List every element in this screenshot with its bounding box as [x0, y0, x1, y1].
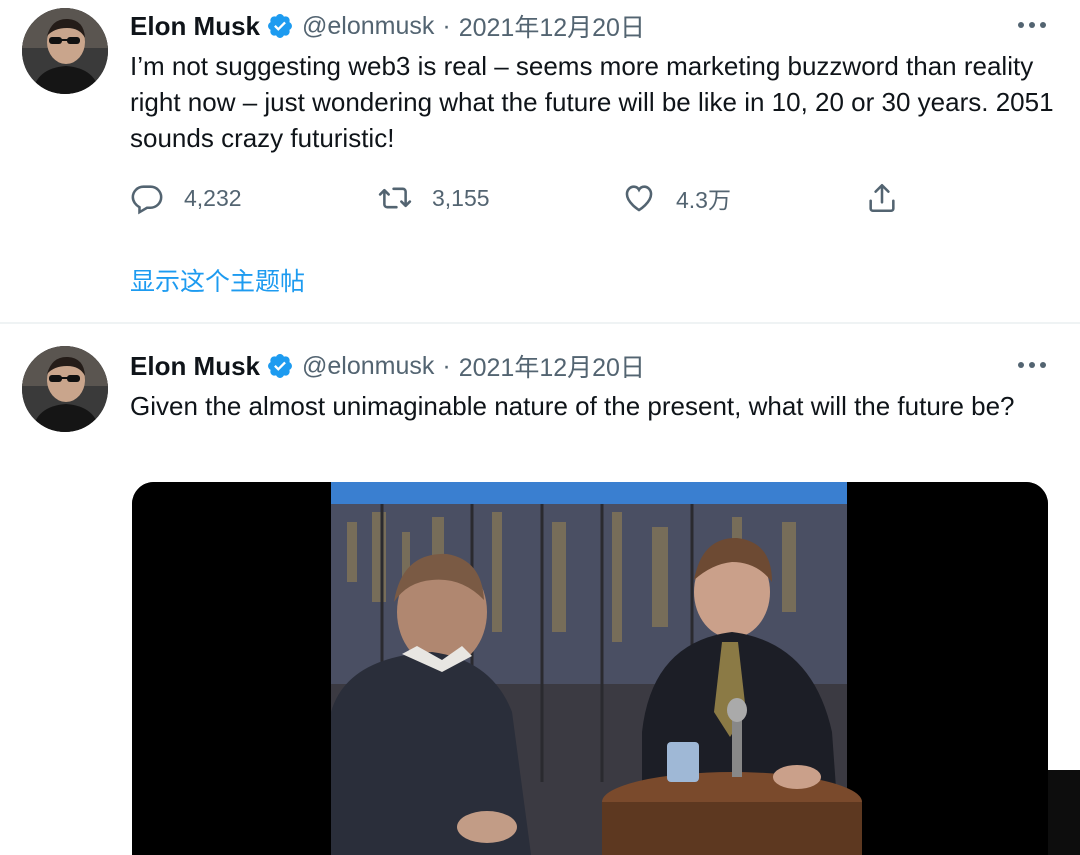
- author-name[interactable]: Elon Musk: [130, 11, 260, 42]
- reply-count: 4,232: [184, 184, 242, 211]
- retweet-icon: [378, 187, 412, 209]
- reply-button[interactable]: 4,232: [130, 178, 242, 218]
- verified-badge-icon: [266, 352, 294, 380]
- retweet-count: 3,155: [432, 184, 490, 211]
- author-handle[interactable]: @elonmusk: [302, 352, 434, 381]
- retweet-button[interactable]: 3,155: [378, 178, 490, 218]
- video-player[interactable]: [132, 482, 1048, 855]
- tweet-header: Elon Musk @elonmusk · 2021年12月20日: [130, 8, 645, 44]
- tweet-text: Given the almost unimaginable nature of …: [130, 391, 1015, 421]
- tweet-date[interactable]: 2021年12月20日: [459, 8, 645, 44]
- tweet-date[interactable]: 2021年12月20日: [459, 348, 645, 384]
- share-icon: [869, 183, 895, 213]
- show-thread-link[interactable]: 显示这个主题帖: [130, 262, 305, 298]
- separator-dot: ·: [442, 11, 451, 40]
- author-name[interactable]: Elon Musk: [130, 351, 260, 382]
- separator-dot: ·: [442, 351, 451, 380]
- author-handle[interactable]: @elonmusk: [302, 12, 434, 41]
- like-button[interactable]: 4.3万: [622, 178, 731, 218]
- verified-badge-icon: [266, 12, 294, 40]
- more-options-icon[interactable]: [1014, 350, 1050, 380]
- tweet-text: I’m not suggesting web3 is real – seems …: [130, 51, 1054, 153]
- avatar[interactable]: [22, 8, 108, 94]
- more-options-icon[interactable]: [1014, 10, 1050, 40]
- share-button[interactable]: [865, 178, 899, 218]
- like-count: 4.3万: [676, 187, 731, 213]
- heart-icon: [625, 185, 653, 212]
- tweet[interactable]: Elon Musk @elonmusk · 2021年12月20日 Given …: [0, 324, 1080, 855]
- edge-shadow: [1048, 770, 1080, 855]
- reply-icon: [131, 185, 163, 215]
- tweet-header: Elon Musk @elonmusk · 2021年12月20日: [130, 348, 645, 384]
- tweet-actions: 4,232 3,155 4.3万: [130, 178, 910, 218]
- avatar[interactable]: [22, 346, 108, 432]
- tweet[interactable]: Elon Musk @elonmusk · 2021年12月20日 I’m no…: [0, 0, 1080, 322]
- video-thumbnail: [132, 482, 1048, 855]
